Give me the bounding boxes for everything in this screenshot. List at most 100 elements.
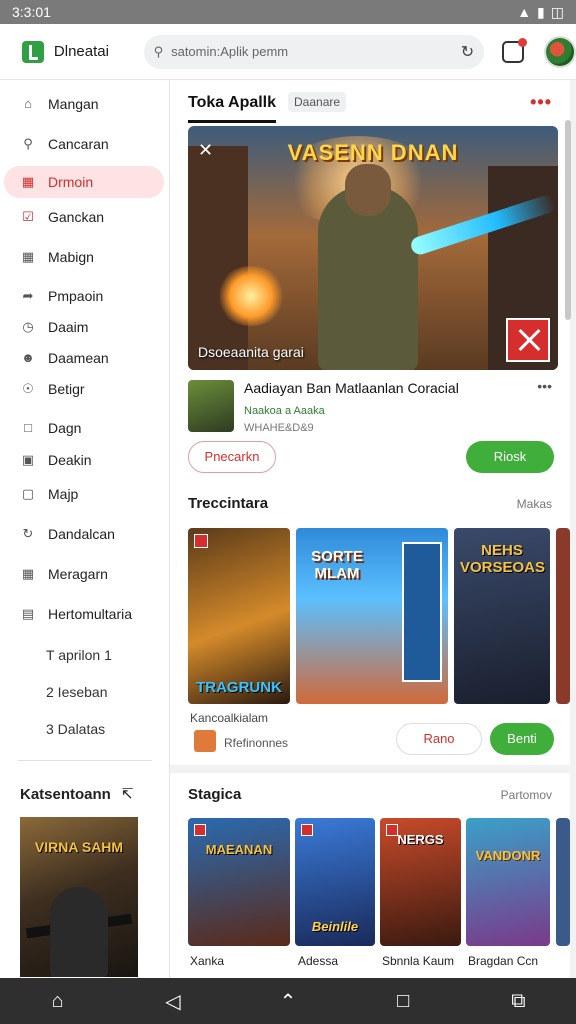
- featured-primary-button[interactable]: Riosk: [466, 441, 554, 473]
- section2-card-title: VANDONR: [475, 848, 541, 863]
- featured-app-icon[interactable]: [188, 380, 234, 432]
- section1-card-title: NEHS VORSEOAS: [460, 542, 546, 576]
- hero-title: VASENN DNAN: [287, 140, 459, 165]
- sidebar-divider: [18, 760, 152, 761]
- search-icon: ⚲: [153, 43, 164, 59]
- grid-icon: ▦: [21, 566, 35, 581]
- section2-card-title: Beinlile: [311, 919, 359, 934]
- battery-icon: ◫: [550, 3, 564, 20]
- lock-icon: ▣: [21, 452, 35, 467]
- sidebar-item-13[interactable]: ▦ Meragarn: [4, 558, 164, 590]
- section1-card-peek[interactable]: [556, 528, 570, 704]
- wifi-icon: ▲: [517, 4, 532, 20]
- refresh-icon[interactable]: ↻: [461, 42, 474, 62]
- section1-secondary-button[interactable]: Rano: [396, 723, 482, 755]
- avatar[interactable]: [544, 35, 576, 68]
- sidebar: ⌂ Mangan ⚲ Cancaran ▦ Drmoin ☑ Ganckan ▦ Mabi…: [0, 80, 170, 978]
- refresh-icon: ↻: [22, 526, 34, 541]
- home-icon: ⌂: [24, 96, 32, 111]
- search-icon: ⚲: [23, 136, 33, 151]
- sidebar-item-10[interactable]: ▣ Deakin: [4, 444, 164, 476]
- sidebar-cover-title: VIRNA SAHM: [34, 839, 124, 855]
- sidebar-item-11[interactable]: ▢ Majp: [4, 478, 164, 510]
- featured-secondary-button[interactable]: Pnecarkn: [188, 441, 276, 473]
- sidebar-item-2[interactable]: ▦ Drmoin: [4, 166, 164, 198]
- section2-card-label: Bragdan Ccn: [468, 954, 539, 968]
- sidebar-item-5[interactable]: ➦ Pmpaoin: [4, 280, 164, 312]
- section2-card-3[interactable]: VANDONR: [466, 818, 550, 946]
- sidebar-subitem-0[interactable]: T aprilon 1: [46, 647, 112, 663]
- home-icon[interactable]: ⌂: [38, 981, 78, 1021]
- sidebar-item-12[interactable]: ↻ Dandalcan: [4, 518, 164, 550]
- recents-icon[interactable]: □: [383, 981, 423, 1021]
- section-divider: [170, 765, 570, 773]
- section1-card-title: TRAGRUNK: [196, 679, 282, 696]
- section2-card-label: Sbnnla Kaum: [382, 954, 455, 968]
- section1-row-title: Kancoalkialam: [190, 711, 269, 725]
- featured-app-meta: WHAHE&D&9: [244, 422, 314, 434]
- section2-card-label: Adessa: [298, 954, 339, 968]
- sidebar-item-0[interactable]: ⌂ Mangan: [4, 88, 164, 120]
- hero-caption: Dsoeaanita garai: [198, 344, 304, 360]
- scrollbar[interactable]: [565, 120, 571, 320]
- sidebar-recent-cover[interactable]: VIRNA SAHM: [20, 817, 138, 977]
- expand-icon[interactable]: ↸: [121, 786, 134, 803]
- featured-more-icon[interactable]: •••: [537, 378, 552, 394]
- sidebar-item-8[interactable]: ☉ Betigr: [4, 373, 164, 405]
- box-icon: ▢: [21, 486, 35, 501]
- section1-card-1[interactable]: SORTE MLAM: [296, 528, 448, 704]
- square-icon: □: [24, 420, 32, 435]
- tab-chip[interactable]: Daanare: [288, 92, 347, 112]
- section2-card-peek[interactable]: [556, 818, 570, 946]
- featured-app-name[interactable]: Aadiayan Ban Matlaanlan Coracial: [244, 380, 459, 396]
- more-options-icon[interactable]: •••: [530, 92, 552, 113]
- sidebar-subitem-1[interactable]: 2 Ieseban: [46, 684, 108, 700]
- sidebar-item-14[interactable]: ▤ Hertomultaria: [4, 598, 164, 630]
- user-icon: ☻: [21, 350, 35, 365]
- section1-primary-button[interactable]: Benti: [490, 723, 554, 755]
- sidebar-item-4[interactable]: ▦ Mabign: [4, 241, 164, 273]
- section2-card-1[interactable]: Beinlile: [295, 818, 375, 946]
- sidebar-recent-title: Katsentoann ↸: [20, 786, 134, 803]
- section1-card-2[interactable]: NEHS VORSEOAS: [454, 528, 550, 704]
- section2-link[interactable]: Partomov: [501, 788, 552, 802]
- shield-icon: ☉: [22, 381, 34, 396]
- sidebar-item-3[interactable]: ☑ Ganckan: [4, 201, 164, 233]
- section1-link[interactable]: Makas: [517, 497, 552, 511]
- status-bar: 3:3:01 ▲ ▮ ◫: [0, 0, 576, 24]
- grid-icon: ▦: [21, 249, 35, 264]
- clock-icon: ◷: [22, 319, 34, 334]
- app-name: Dlneatai: [53, 43, 109, 60]
- featured-app-developer: Naakoa a Aaaka: [244, 405, 325, 417]
- section1-row-subtitle: Rfefinonnes: [224, 736, 289, 750]
- back-icon[interactable]: ◁: [153, 981, 193, 1021]
- home-button-icon[interactable]: ⌃: [268, 981, 308, 1021]
- brand-badge-icon: [506, 318, 550, 362]
- notification-dot: [518, 37, 528, 47]
- section2-card-title: MAEANAN: [205, 842, 273, 857]
- section2-card-label: Xanka: [190, 954, 225, 968]
- section2-card-0[interactable]: MAEANAN: [188, 818, 290, 946]
- document-icon: ▤: [21, 606, 35, 621]
- section1-title: Treccintara: [188, 495, 269, 512]
- section2-title: Stagica: [188, 786, 242, 803]
- system-nav-bar: ⌂ ◁ ⌃ □ ⧉: [0, 978, 576, 1024]
- hero-banner[interactable]: VASENN DNAN ✕ Dsoeaanita garai: [188, 126, 558, 370]
- sidebar-item-7[interactable]: ☻ Daamean: [4, 342, 164, 374]
- status-time: 3:3:01: [12, 4, 51, 20]
- sidebar-item-6[interactable]: ◷ Daaim: [4, 311, 164, 343]
- section2-card-2[interactable]: NERGS: [380, 818, 461, 946]
- sidebar-item-9[interactable]: □ Dagn: [4, 412, 164, 444]
- close-icon[interactable]: ✕: [198, 140, 213, 161]
- section1-row-icon: [194, 730, 216, 752]
- screenshot-icon[interactable]: ⧉: [498, 981, 538, 1021]
- section1-card-0[interactable]: TRAGRUNK: [188, 528, 290, 704]
- tab-active[interactable]: Toka Apallk: [188, 94, 277, 123]
- sidebar-subitem-2[interactable]: 3 Dalatas: [46, 721, 105, 737]
- gamepad-icon: ▦: [21, 174, 35, 189]
- sidebar-item-1[interactable]: ⚲ Cancaran: [4, 128, 164, 160]
- notifications-button[interactable]: [502, 37, 528, 63]
- search-input[interactable]: satomin:Aplik pemm: [171, 44, 453, 59]
- search-bar[interactable]: ⚲ satomin:Aplik pemm ↻: [143, 34, 485, 69]
- app-logo-icon[interactable]: [22, 40, 44, 63]
